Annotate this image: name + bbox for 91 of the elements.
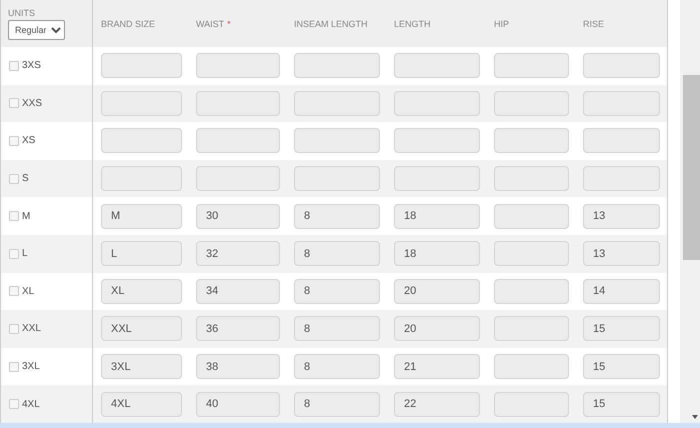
- input-field[interactable]: 22: [394, 392, 480, 417]
- input-field[interactable]: [101, 90, 182, 116]
- input-field[interactable]: L: [101, 241, 182, 266]
- input-field[interactable]: [583, 53, 660, 78]
- input-field[interactable]: [294, 90, 380, 116]
- input-field[interactable]: 15: [583, 354, 660, 380]
- size-label: XXS: [22, 98, 42, 109]
- input-field[interactable]: [583, 128, 660, 154]
- input-field[interactable]: 32: [196, 241, 280, 266]
- input-field[interactable]: [101, 166, 182, 192]
- input-field[interactable]: 21: [394, 354, 480, 380]
- input-field[interactable]: [583, 90, 660, 116]
- input-field[interactable]: [494, 241, 569, 266]
- input-field[interactable]: [101, 53, 182, 78]
- checkbox[interactable]: [9, 174, 19, 184]
- input-field[interactable]: 38: [196, 354, 280, 380]
- input-field[interactable]: [394, 53, 480, 78]
- column-header: LENGTH: [394, 18, 431, 28]
- checkbox[interactable]: [9, 211, 19, 222]
- scrollbar-thumb[interactable]: [683, 75, 700, 260]
- input-field[interactable]: XXL: [101, 316, 182, 342]
- input-field[interactable]: 20: [394, 278, 480, 304]
- input-field[interactable]: 34: [196, 278, 280, 304]
- required-mark: *: [227, 18, 231, 28]
- input-field[interactable]: [294, 128, 380, 154]
- input-field[interactable]: 14: [583, 278, 660, 304]
- input-field[interactable]: M: [101, 204, 182, 229]
- input-field[interactable]: 20: [394, 316, 480, 342]
- input-field[interactable]: [494, 278, 569, 304]
- size-label: L: [22, 248, 28, 260]
- input-field[interactable]: 8: [294, 354, 380, 380]
- size-label: S: [22, 173, 29, 184]
- input-field[interactable]: [494, 354, 569, 380]
- checkbox[interactable]: [9, 286, 19, 296]
- checkbox[interactable]: [9, 60, 19, 71]
- input-field[interactable]: [494, 90, 569, 116]
- input-field[interactable]: [196, 166, 280, 192]
- input-field[interactable]: 15: [583, 392, 660, 417]
- input-field[interactable]: [196, 90, 280, 116]
- input-field[interactable]: 8: [294, 316, 380, 342]
- checkbox[interactable]: [9, 324, 19, 334]
- input-field[interactable]: 40: [196, 392, 280, 417]
- input-field[interactable]: [583, 166, 660, 192]
- size-label: XS: [22, 135, 36, 146]
- scroll-down-icon[interactable]: [692, 415, 698, 419]
- input-field[interactable]: 8: [294, 392, 380, 417]
- units-dropdown[interactable]: Regular: [8, 20, 65, 40]
- input-field[interactable]: 18: [394, 204, 480, 229]
- checkbox[interactable]: [9, 248, 19, 259]
- input-field[interactable]: 13: [583, 241, 660, 266]
- input-field[interactable]: 30: [196, 204, 280, 229]
- size-label: M: [22, 210, 30, 222]
- input-field[interactable]: 4XL: [101, 392, 182, 417]
- input-field[interactable]: 18: [394, 241, 480, 266]
- input-field[interactable]: [494, 316, 569, 342]
- size-label: 4XL: [22, 398, 40, 410]
- input-field[interactable]: [196, 53, 280, 78]
- column-header: BRAND SIZE: [101, 18, 156, 28]
- checkbox[interactable]: [9, 399, 19, 410]
- input-field[interactable]: [394, 128, 480, 154]
- input-field[interactable]: 36: [196, 316, 280, 342]
- column-header: INSEAM LENGTH: [294, 18, 368, 28]
- size-label: XL: [22, 286, 34, 297]
- size-label: XXL: [22, 323, 41, 334]
- input-field[interactable]: [196, 128, 280, 154]
- input-field[interactable]: [394, 166, 480, 192]
- input-field[interactable]: [494, 128, 569, 154]
- size-label: 3XS: [22, 60, 41, 72]
- size-label: 3XL: [22, 361, 40, 372]
- input-field[interactable]: [494, 166, 569, 192]
- input-field[interactable]: [294, 166, 380, 192]
- checkbox[interactable]: [9, 98, 19, 108]
- input-field[interactable]: [394, 90, 480, 116]
- column-header: HIP: [494, 18, 510, 28]
- column-header: RISE: [583, 18, 604, 28]
- input-field[interactable]: 8: [294, 278, 380, 304]
- input-field[interactable]: 3XL: [101, 354, 182, 380]
- input-field[interactable]: [101, 128, 182, 154]
- column-header: WAIST: [196, 18, 224, 28]
- input-field[interactable]: 8: [294, 241, 380, 266]
- checkbox[interactable]: [9, 136, 19, 146]
- input-field[interactable]: [494, 204, 569, 229]
- units-label: UNITS: [8, 8, 35, 18]
- input-field[interactable]: [494, 392, 569, 417]
- input-field[interactable]: 13: [583, 204, 660, 229]
- input-field[interactable]: 8: [294, 204, 380, 229]
- input-field[interactable]: 15: [583, 316, 660, 342]
- input-field[interactable]: [494, 53, 569, 78]
- input-field[interactable]: [294, 53, 380, 78]
- checkbox[interactable]: [9, 362, 19, 372]
- input-field[interactable]: XL: [101, 278, 182, 304]
